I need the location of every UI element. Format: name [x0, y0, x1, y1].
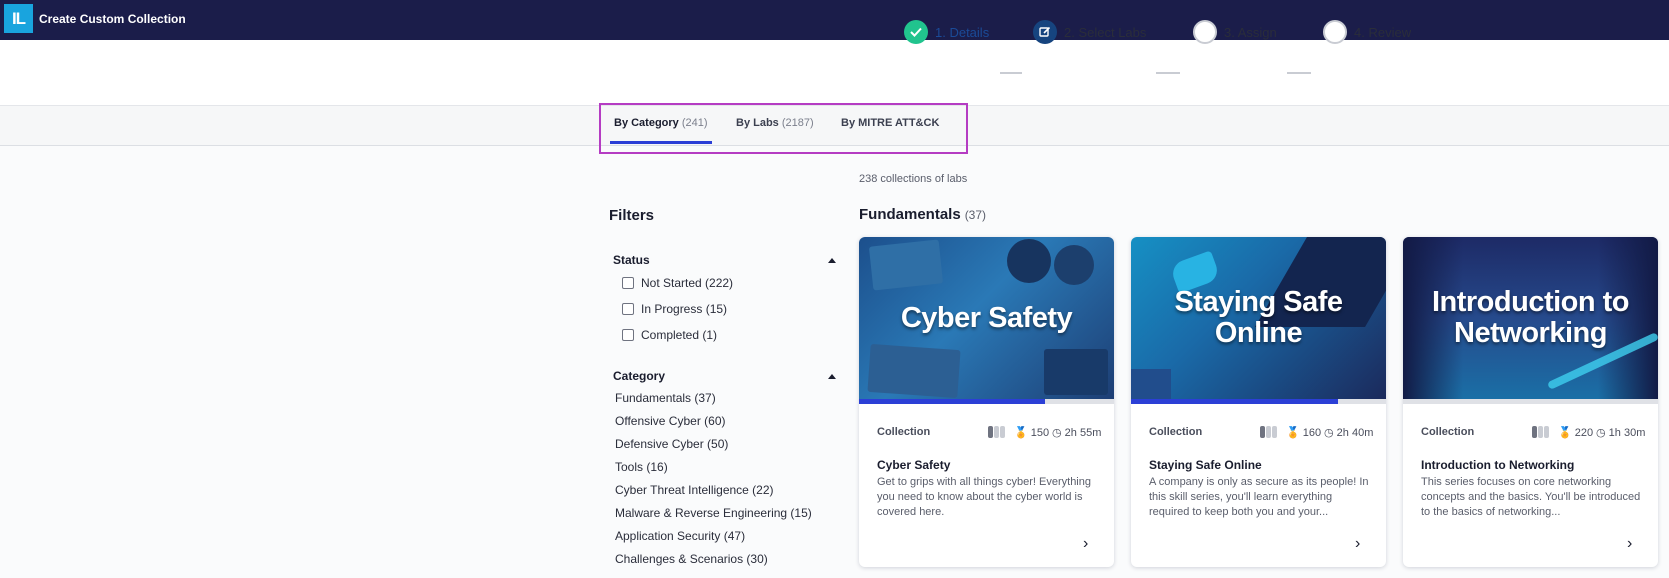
card-title: Cyber Safety — [877, 458, 951, 472]
medal-icon: 🏅 — [1558, 427, 1572, 439]
clock-icon: ◷ — [1324, 427, 1334, 439]
progress-bar — [1403, 399, 1658, 404]
progress-bar — [1131, 399, 1386, 404]
step-select-labs[interactable]: 2. Select Labs — [1033, 19, 1146, 45]
app-logo[interactable]: IL — [4, 4, 33, 33]
card-meta: Collection 🏅 150 ◷ 2h 55m — [877, 426, 1102, 439]
medal-icon: 🏅 — [1014, 427, 1028, 439]
step-connector — [1000, 72, 1022, 74]
medal-icon: 🏅 — [1286, 427, 1300, 439]
difficulty-icon — [1532, 426, 1549, 438]
chevron-right-icon[interactable]: › — [1627, 535, 1632, 553]
edit-icon — [1033, 20, 1057, 44]
step-label: 4. Review — [1354, 24, 1412, 40]
card-meta: Collection 🏅 220 ◷ 1h 30m — [1421, 426, 1646, 439]
stepper-bar — [0, 40, 1669, 106]
points: 🏅 160 — [1286, 427, 1322, 439]
card-banner: Staying Safe Online — [1131, 237, 1386, 399]
status-in-progress-checkbox[interactable]: In Progress (15) — [622, 302, 727, 316]
category-cti[interactable]: Cyber Threat Intelligence (22) — [615, 483, 774, 497]
collection-card[interactable]: Cyber Safety Collection 🏅 150 ◷ 2h 55m C… — [859, 237, 1114, 567]
duration: ◷ 2h 55m — [1052, 427, 1102, 439]
clock-icon: ◷ — [1052, 427, 1062, 439]
category-appsec[interactable]: Application Security (47) — [615, 529, 745, 543]
check-icon — [904, 20, 928, 44]
card-description: This series focuses on core networking c… — [1421, 476, 1641, 518]
points: 🏅 220 — [1558, 427, 1594, 439]
category-section-title[interactable]: Category — [613, 369, 665, 383]
duration: ◷ 2h 40m — [1324, 427, 1374, 439]
duration: ◷ 1h 30m — [1596, 427, 1646, 439]
collection-card[interactable]: Staying Safe Online Collection 🏅 160 ◷ 2… — [1131, 237, 1386, 567]
tab-highlight-box — [599, 103, 968, 154]
checkbox[interactable] — [622, 277, 634, 289]
filters-title: Filters — [609, 207, 655, 224]
card-title: Introduction to Networking — [1421, 458, 1575, 472]
checkbox[interactable] — [622, 303, 634, 315]
difficulty-icon — [988, 426, 1005, 438]
results-count: 238 collections of labs — [859, 173, 968, 185]
empty-circle-icon — [1323, 20, 1347, 44]
status-section-title[interactable]: Status — [613, 253, 650, 267]
chevron-right-icon[interactable]: › — [1083, 535, 1088, 553]
collection-card[interactable]: Introduction to Networking Collection 🏅 … — [1403, 237, 1658, 567]
step-label: 2. Select Labs — [1064, 24, 1147, 40]
category-offensive-cyber[interactable]: Offensive Cyber (60) — [615, 414, 726, 428]
card-banner: Introduction to Networking — [1403, 237, 1658, 399]
category-malware-re[interactable]: Malware & Reverse Engineering (15) — [615, 506, 812, 520]
card-meta: Collection 🏅 160 ◷ 2h 40m — [1149, 426, 1374, 439]
step-assign[interactable]: 3. Assign — [1193, 19, 1277, 45]
card-description: A company is only as secure as its peopl… — [1149, 476, 1369, 518]
progress-bar — [859, 399, 1114, 404]
collapse-caret-icon[interactable] — [828, 258, 836, 263]
clock-icon: ◷ — [1596, 427, 1606, 439]
step-label: 3. Assign — [1224, 24, 1277, 40]
chevron-right-icon[interactable]: › — [1355, 535, 1360, 553]
card-title: Staying Safe Online — [1149, 458, 1262, 472]
category-tools[interactable]: Tools (16) — [615, 460, 668, 474]
group-title: Fundamentals (37) — [859, 206, 987, 223]
category-fundamentals[interactable]: Fundamentals (37) — [615, 391, 716, 405]
step-details[interactable]: 1. Details — [904, 19, 989, 45]
difficulty-icon — [1260, 426, 1277, 438]
card-banner: Cyber Safety — [859, 237, 1114, 399]
category-challenges[interactable]: Challenges & Scenarios (30) — [615, 552, 768, 566]
category-defensive-cyber[interactable]: Defensive Cyber (50) — [615, 437, 728, 451]
step-label: 1. Details — [935, 24, 990, 40]
status-not-started-checkbox[interactable]: Not Started (222) — [622, 276, 733, 290]
points: 🏅 150 — [1014, 427, 1050, 439]
top-bar: IL Create Custom Collection — [0, 0, 1669, 40]
status-completed-checkbox[interactable]: Completed (1) — [622, 328, 717, 342]
collapse-caret-icon[interactable] — [828, 374, 836, 379]
checkbox[interactable] — [622, 329, 634, 341]
step-connector — [1156, 72, 1180, 74]
page-title: Create Custom Collection — [39, 12, 186, 26]
step-connector — [1287, 72, 1311, 74]
empty-circle-icon — [1193, 20, 1217, 44]
card-description: Get to grips with all things cyber! Ever… — [877, 476, 1091, 518]
step-review[interactable]: 4. Review — [1323, 19, 1411, 45]
